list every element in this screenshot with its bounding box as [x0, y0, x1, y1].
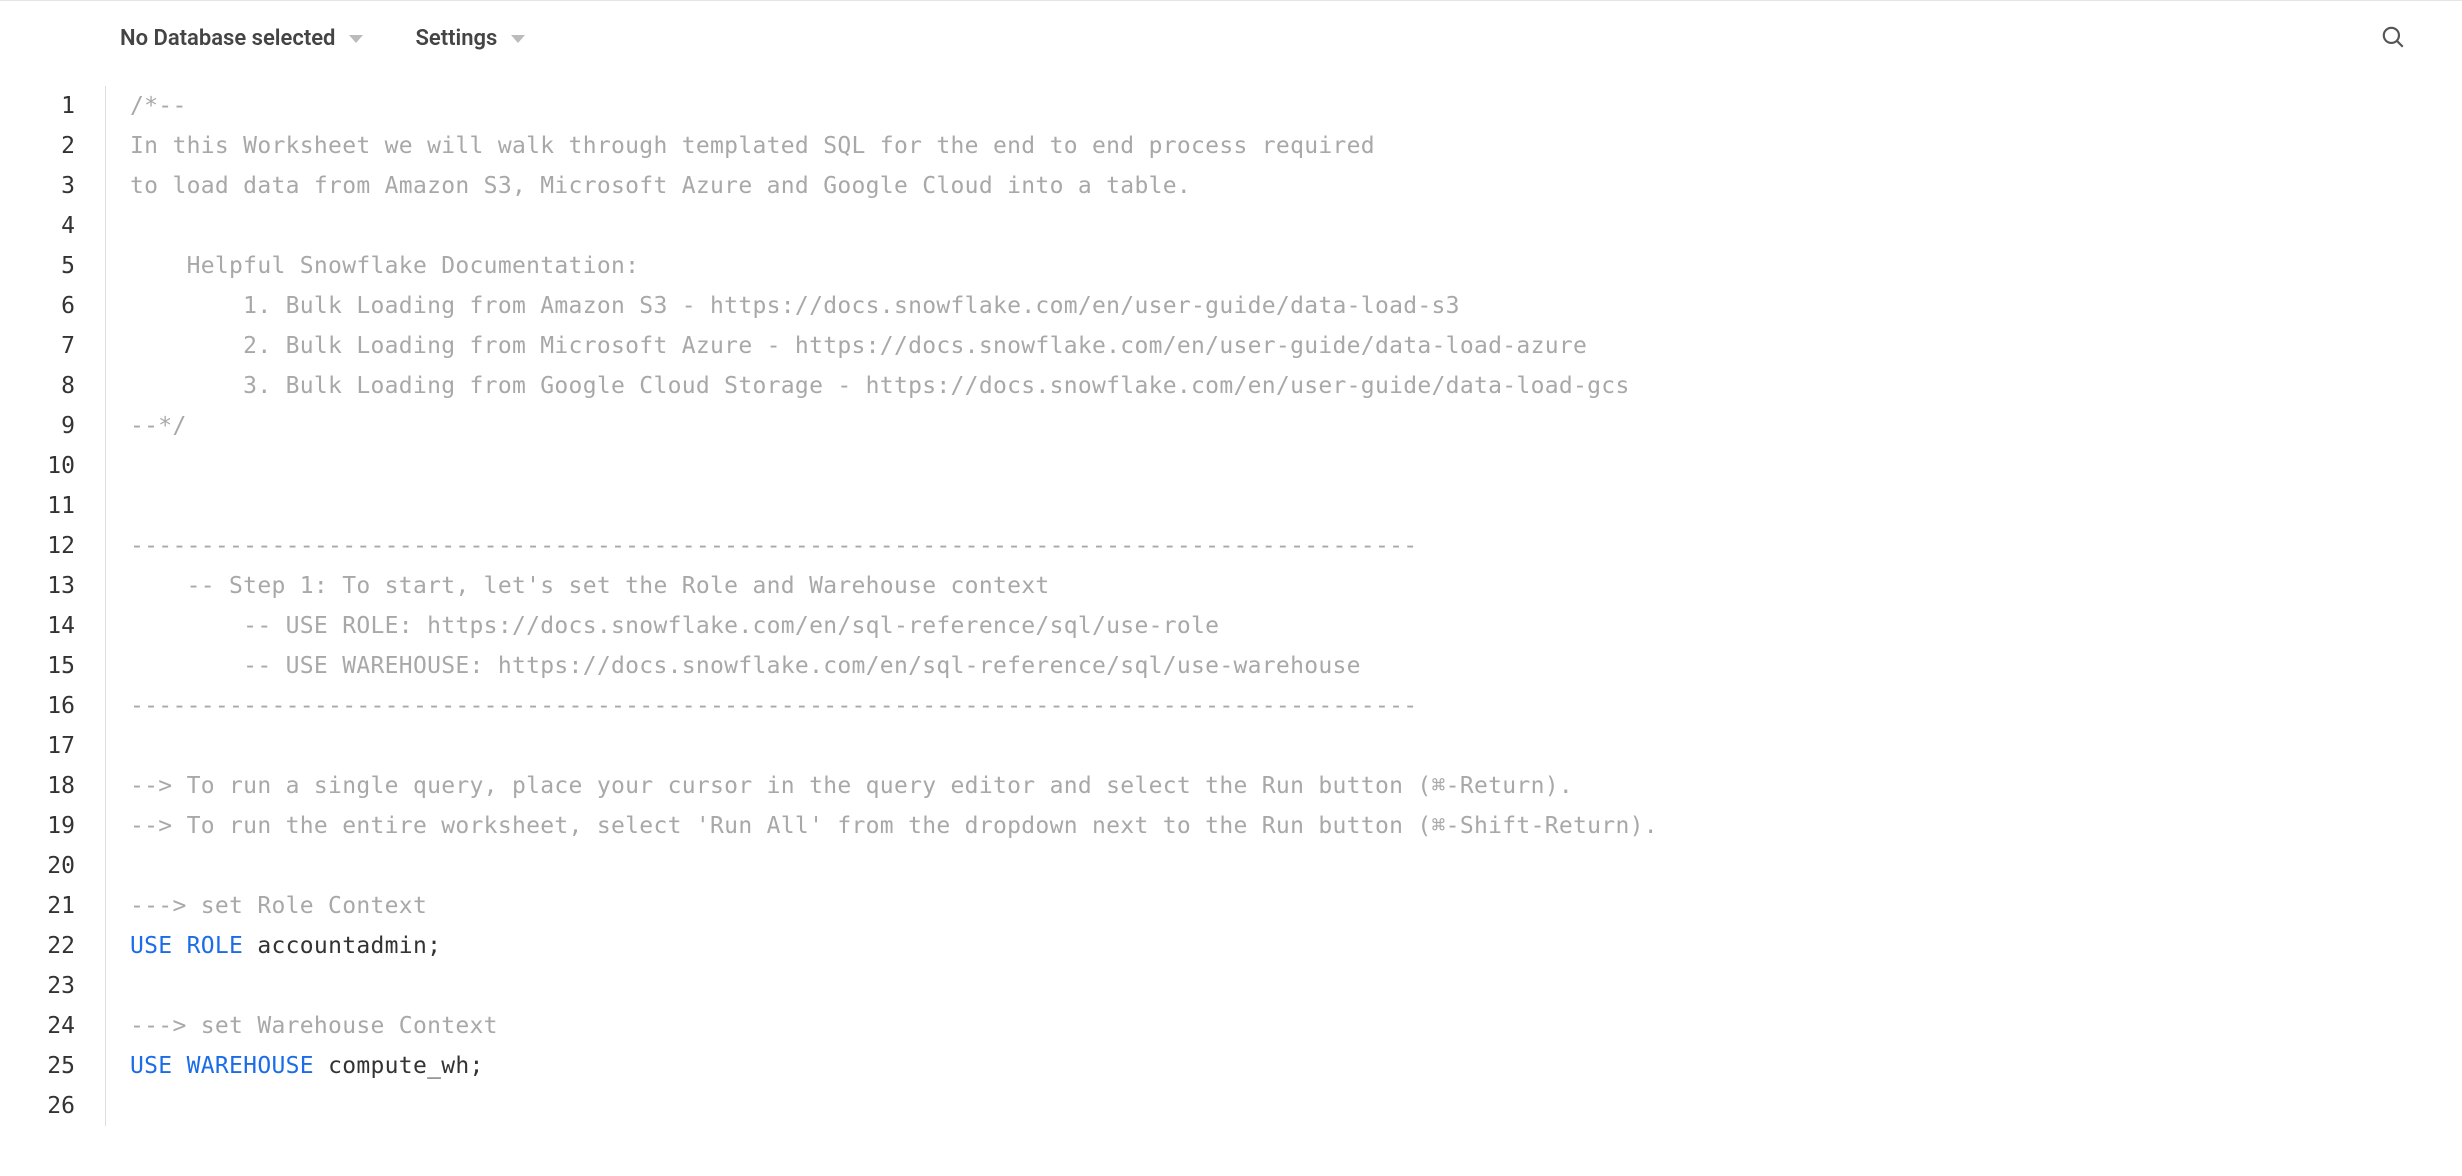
code-line[interactable]: USE ROLE accountadmin;: [130, 926, 1658, 966]
code-line[interactable]: to load data from Amazon S3, Microsoft A…: [130, 166, 1658, 206]
token-comment: /*--: [130, 93, 187, 119]
settings-selector[interactable]: Settings: [415, 26, 525, 51]
token-comment: -- USE WAREHOUSE: https://docs.snowflake…: [130, 653, 1361, 679]
code-line[interactable]: ---> set Warehouse Context: [130, 1006, 1658, 1046]
line-number: 17: [0, 726, 75, 766]
line-number: 9: [0, 406, 75, 446]
gutter-divider: [105, 86, 106, 1126]
token-comment: --> To run a single query, place your cu…: [130, 773, 1573, 799]
token-keyword: USE ROLE: [130, 933, 243, 959]
code-line[interactable]: -- Step 1: To start, let's set the Role …: [130, 566, 1658, 606]
token-text: accountadmin;: [243, 933, 441, 959]
line-number: 18: [0, 766, 75, 806]
line-number: 22: [0, 926, 75, 966]
code-line[interactable]: Helpful Snowflake Documentation:: [130, 246, 1658, 286]
line-number: 11: [0, 486, 75, 526]
line-number: 3: [0, 166, 75, 206]
code-line[interactable]: --*/: [130, 406, 1658, 446]
token-comment: ---> set Role Context: [130, 893, 427, 919]
line-number: 24: [0, 1006, 75, 1046]
code-line[interactable]: ----------------------------------------…: [130, 686, 1658, 726]
search-icon: [2380, 24, 2406, 50]
database-selector[interactable]: No Database selected: [120, 26, 363, 51]
line-number: 5: [0, 246, 75, 286]
code-line[interactable]: --> To run the entire worksheet, select …: [130, 806, 1658, 846]
line-number: 6: [0, 286, 75, 326]
token-comment: 3. Bulk Loading from Google Cloud Storag…: [130, 373, 1630, 399]
line-number: 12: [0, 526, 75, 566]
token-text: compute_wh;: [314, 1053, 484, 1079]
caret-down-icon: [511, 35, 525, 43]
token-comment: Helpful Snowflake Documentation:: [130, 253, 639, 279]
code-line[interactable]: ----------------------------------------…: [130, 526, 1658, 566]
code-line[interactable]: [130, 846, 1658, 886]
line-number: 16: [0, 686, 75, 726]
line-number: 2: [0, 126, 75, 166]
code-line[interactable]: In this Worksheet we will walk through t…: [130, 126, 1658, 166]
line-number: 23: [0, 966, 75, 1006]
token-comment: In this Worksheet we will walk through t…: [130, 133, 1375, 159]
code-editor[interactable]: 1234567891011121314151617181920212223242…: [0, 76, 2462, 1126]
line-number: 1: [0, 86, 75, 126]
token-comment: ----------------------------------------…: [130, 693, 1417, 719]
code-line[interactable]: -- USE WAREHOUSE: https://docs.snowflake…: [130, 646, 1658, 686]
database-selector-label: No Database selected: [120, 26, 335, 51]
token-comment: ----------------------------------------…: [130, 533, 1417, 559]
code-line[interactable]: [130, 446, 1658, 486]
line-number: 8: [0, 366, 75, 406]
editor-topbar: No Database selected Settings: [0, 0, 2462, 76]
code-line[interactable]: [130, 486, 1658, 526]
code-line[interactable]: [130, 726, 1658, 766]
line-number-gutter: 1234567891011121314151617181920212223242…: [0, 76, 105, 1126]
token-comment: -- USE ROLE: https://docs.snowflake.com/…: [130, 613, 1219, 639]
code-line[interactable]: -- USE ROLE: https://docs.snowflake.com/…: [130, 606, 1658, 646]
line-number: 13: [0, 566, 75, 606]
code-line[interactable]: 3. Bulk Loading from Google Cloud Storag…: [130, 366, 1658, 406]
line-number: 21: [0, 886, 75, 926]
code-line[interactable]: [130, 1086, 1658, 1126]
line-number: 15: [0, 646, 75, 686]
code-line[interactable]: 1. Bulk Loading from Amazon S3 - https:/…: [130, 286, 1658, 326]
settings-selector-label: Settings: [415, 26, 497, 51]
token-comment: --> To run the entire worksheet, select …: [130, 813, 1658, 839]
token-comment: -- Step 1: To start, let's set the Role …: [130, 573, 1050, 599]
line-number: 19: [0, 806, 75, 846]
token-comment: 2. Bulk Loading from Microsoft Azure - h…: [130, 333, 1587, 359]
code-line[interactable]: 2. Bulk Loading from Microsoft Azure - h…: [130, 326, 1658, 366]
line-number: 20: [0, 846, 75, 886]
line-number: 25: [0, 1046, 75, 1086]
line-number: 7: [0, 326, 75, 366]
search-button[interactable]: [2372, 16, 2414, 62]
topbar-left-group: No Database selected Settings: [120, 26, 525, 51]
caret-down-icon: [349, 35, 363, 43]
code-line[interactable]: [130, 966, 1658, 1006]
token-comment: to load data from Amazon S3, Microsoft A…: [130, 173, 1191, 199]
token-comment: 1. Bulk Loading from Amazon S3 - https:/…: [130, 293, 1460, 319]
code-line[interactable]: ---> set Role Context: [130, 886, 1658, 926]
code-content[interactable]: /*-- In this Worksheet we will walk throu…: [105, 76, 1658, 1126]
line-number: 4: [0, 206, 75, 246]
line-number: 14: [0, 606, 75, 646]
line-number: 10: [0, 446, 75, 486]
code-line[interactable]: /*--: [130, 86, 1658, 126]
token-keyword: USE WAREHOUSE: [130, 1053, 314, 1079]
code-line[interactable]: [130, 206, 1658, 246]
line-number: 26: [0, 1086, 75, 1126]
token-comment: ---> set Warehouse Context: [130, 1013, 498, 1039]
code-line[interactable]: --> To run a single query, place your cu…: [130, 766, 1658, 806]
token-comment: --*/: [130, 413, 187, 439]
code-line[interactable]: USE WAREHOUSE compute_wh;: [130, 1046, 1658, 1086]
